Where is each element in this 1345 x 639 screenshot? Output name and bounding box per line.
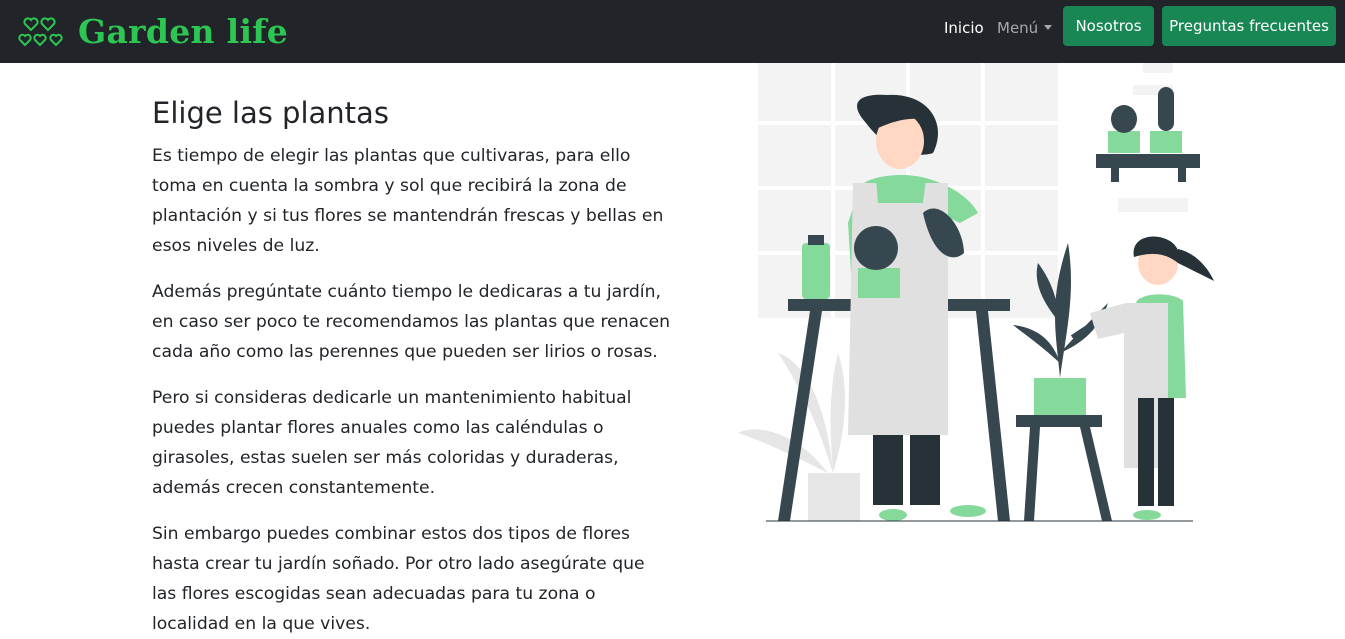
page-title: Elige las plantas xyxy=(152,96,389,130)
gardening-illustration xyxy=(738,63,1214,522)
paragraph: Además pregúntate cuánto tiempo le dedic… xyxy=(152,282,671,362)
nav-menu-dropdown[interactable]: Menú xyxy=(997,18,1053,38)
paragraph: Es tiempo de elegir las plantas que cult… xyxy=(152,146,664,256)
hearts-icon xyxy=(18,17,63,47)
brand-name: Garden life xyxy=(78,12,289,51)
about-button[interactable]: Nosotros xyxy=(1063,6,1154,46)
nav-home-link[interactable]: Inicio xyxy=(944,18,984,38)
faq-button[interactable]: Preguntas frecuentes xyxy=(1162,6,1336,46)
caret-down-icon xyxy=(1044,25,1053,30)
paragraph: Sin embargo puedes combinar estos dos ti… xyxy=(152,524,645,634)
nav-menu-label: Menú xyxy=(997,19,1039,37)
navbar: Garden life Inicio Menú Nosotros Pregunt… xyxy=(0,0,1345,63)
paragraph: Pero si consideras dedicarle un mantenim… xyxy=(152,388,632,498)
brand[interactable]: Garden life xyxy=(18,10,288,54)
main-content: Elige las plantas Es tiempo de elegir la… xyxy=(152,93,672,639)
